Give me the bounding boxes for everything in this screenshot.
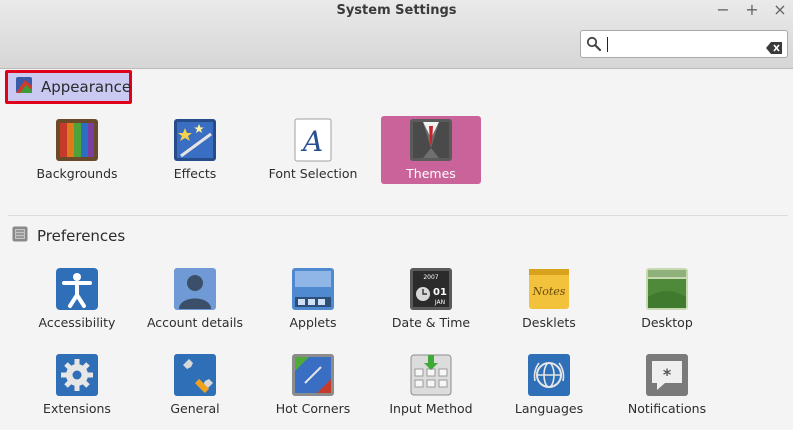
item-label: Desktop xyxy=(641,315,693,330)
item-label: Languages xyxy=(514,401,584,416)
search-field[interactable] xyxy=(580,30,788,58)
maximize-button[interactable]: + xyxy=(742,0,762,20)
backgrounds-icon xyxy=(55,118,99,162)
minimize-button[interactable]: − xyxy=(713,0,733,20)
item-label: Date & Time xyxy=(391,315,471,330)
date-time-item[interactable]: 2007 01 JAN Date & Time xyxy=(376,265,486,333)
text-cursor xyxy=(607,37,608,52)
item-label: Applets xyxy=(289,315,337,330)
calendar-month: JAN xyxy=(434,299,445,306)
applets-item[interactable]: Applets xyxy=(258,265,368,333)
item-label: Extensions xyxy=(43,401,111,416)
general-item[interactable]: General xyxy=(140,351,250,419)
account-details-item[interactable]: Account details xyxy=(140,265,250,333)
preferences-section-icon xyxy=(12,226,28,246)
item-label: Effects xyxy=(173,166,217,181)
item-label: Backgrounds xyxy=(36,166,118,181)
desktop-icon xyxy=(645,267,689,311)
globe-icon xyxy=(527,353,571,397)
item-label: Themes xyxy=(406,166,456,181)
item-label: General xyxy=(170,401,220,416)
calendar-day: 01 xyxy=(433,287,447,298)
section-divider xyxy=(8,215,788,216)
accessibility-item[interactable]: Accessibility xyxy=(22,265,132,333)
item-label: Font Selection xyxy=(268,166,358,181)
note-text: Notes xyxy=(532,285,566,298)
item-label: Account details xyxy=(146,315,244,330)
item-label: Hot Corners xyxy=(275,401,351,416)
effects-item[interactable]: Effects xyxy=(140,116,250,184)
font-icon: A xyxy=(291,118,335,162)
desklets-item[interactable]: Notes Desklets xyxy=(494,265,604,333)
hot-corners-icon xyxy=(291,353,335,397)
user-icon xyxy=(173,267,217,311)
themes-item[interactable]: Themes xyxy=(381,116,481,184)
item-label: Desklets xyxy=(522,315,576,330)
accessibility-icon xyxy=(55,267,99,311)
themes-icon xyxy=(409,118,453,162)
notifications-item[interactable]: * Notifications xyxy=(612,351,722,419)
section-label: Preferences xyxy=(37,227,126,245)
item-label: Input Method xyxy=(389,401,473,416)
gear-icon xyxy=(55,353,99,397)
title-bar: System Settings − + × xyxy=(0,0,793,69)
svg-text:A: A xyxy=(300,125,323,158)
effects-icon xyxy=(173,118,217,162)
extensions-item[interactable]: Extensions xyxy=(22,351,132,419)
desktop-item[interactable]: Desktop xyxy=(612,265,722,333)
font-selection-item[interactable]: A Font Selection xyxy=(258,116,368,184)
window-title: System Settings xyxy=(336,3,457,18)
hot-corners-item[interactable]: Hot Corners xyxy=(258,351,368,419)
input-method-item[interactable]: Input Method xyxy=(376,351,486,419)
appearance-section-icon xyxy=(16,77,32,97)
close-button[interactable]: × xyxy=(770,0,790,20)
keyboard-icon xyxy=(409,353,453,397)
calendar-year: 2007 xyxy=(423,274,438,281)
search-icon xyxy=(586,36,602,56)
settings-content: Appearance Backgrounds Effects A Font Se… xyxy=(0,69,793,430)
backgrounds-item[interactable]: Backgrounds xyxy=(22,116,132,184)
section-header-appearance: Appearance xyxy=(5,70,132,104)
svg-text:*: * xyxy=(663,365,672,384)
wrench-icon xyxy=(173,353,217,397)
section-header-preferences: Preferences xyxy=(12,226,125,246)
sticky-note-icon: Notes xyxy=(527,267,571,311)
search-input[interactable] xyxy=(609,34,763,56)
calendar-clock-icon: 2007 01 JAN xyxy=(409,267,453,311)
item-label: Notifications xyxy=(627,401,707,416)
clear-search-icon[interactable] xyxy=(766,39,782,58)
applets-icon xyxy=(291,267,335,311)
languages-item[interactable]: Languages xyxy=(494,351,604,419)
item-label: Accessibility xyxy=(38,315,116,330)
notification-bubble-icon: * xyxy=(645,353,689,397)
section-label: Appearance xyxy=(41,78,132,96)
